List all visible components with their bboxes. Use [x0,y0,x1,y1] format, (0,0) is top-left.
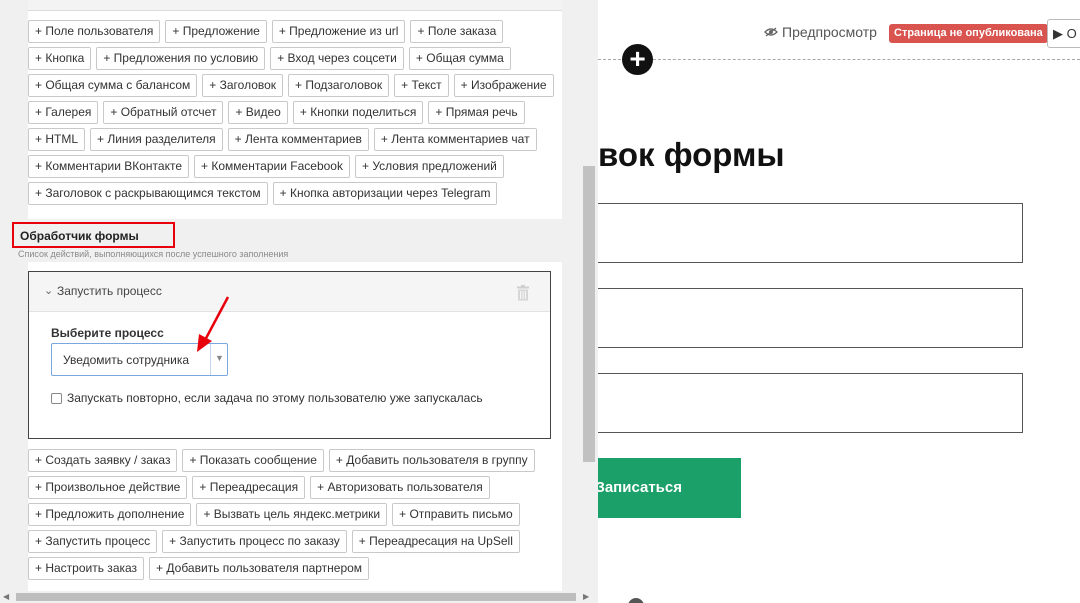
preview-link-label: Предпросмотр [782,24,877,40]
repeat-option: Запускать повторно, если задача по этому… [51,391,483,405]
form-input-2[interactable] [598,288,1023,348]
select-separator [210,344,211,375]
form-handler-title-highlight: Обработчик формы [12,222,175,248]
repeat-checkbox[interactable] [51,392,62,404]
add-item-button[interactable]: + Кнопка авторизации через Telegram [272,182,498,205]
block-divider [598,59,1080,60]
add-item-button[interactable]: + Текст [394,74,449,97]
add-item-button[interactable]: + Изображение [453,74,554,97]
action-title: Запустить процесс [57,284,162,298]
add-item-button[interactable]: + Общая сумма [408,47,511,70]
add-item-button[interactable]: + Линия разделителя [90,128,223,151]
page-editor: + Поле пользователя + Предложение + Предло… [0,0,1080,603]
add-item-button[interactable]: + Поле заказа [410,20,504,43]
page-preview: Предпросмотр Страница не опубликована ▶ … [598,0,1080,603]
form-handler-subtitle: Список действий, выполняющихся после усп… [18,249,289,259]
field-buttons: + Поле пользователя + Предложение + Предло… [28,20,562,205]
add-item-button[interactable]: + Авторизовать пользователя [310,476,490,499]
add-item-button[interactable]: + Отправить письмо [392,503,520,526]
add-item-button[interactable]: + Вход через соцсети [270,47,404,70]
add-item-button[interactable]: + Подзаголовок [288,74,390,97]
status-badge: Страница не опубликована [889,24,1048,43]
publish-button[interactable]: ▶ О [1047,19,1080,48]
card-top-strip [28,0,562,11]
add-item-button[interactable]: + Общая сумма с балансом [28,74,198,97]
choose-process-label: Выберите процесс [51,326,164,340]
add-item-button[interactable]: + Переадресация [192,476,306,499]
add-item-button[interactable]: + Предложение из url [271,20,406,43]
add-item-button[interactable]: + Предложения по условию [96,47,266,70]
form-input-1[interactable] [598,203,1023,263]
trash-icon[interactable] [516,285,530,301]
action-header[interactable]: ⌄ Запустить процесс [29,272,550,312]
add-item-button[interactable]: + Вызвать цель яндекс.метрики [196,503,388,526]
scroll-left-icon[interactable]: ◀ [3,592,9,601]
add-item-button[interactable]: + Кнопка [28,47,92,70]
add-item-button[interactable]: + Кнопки поделиться [292,101,424,124]
process-select[interactable]: Уведомить сотрудника ▼ [51,343,228,376]
add-item-button[interactable]: + Показать сообщение [182,449,324,472]
add-item-button[interactable]: + Условия предложений [354,155,504,178]
add-item-button[interactable]: + Настроить заказ [28,557,145,580]
add-item-button[interactable]: + Видео [228,101,288,124]
add-item-button[interactable]: + Добавить пользователя в группу [328,449,535,472]
add-item-button[interactable]: + Лента комментариев чат [373,128,537,151]
run-process-action: ⌄ Запустить процесс Выберите процесс Уве… [28,271,551,439]
chevron-down-icon[interactable]: ⌄ [44,284,53,297]
action-buttons: + Создать заявку / заказ + Показать сообщ… [28,449,562,580]
add-item-button[interactable]: + Запустить процесс по заказу [162,530,347,553]
scroll-right-icon[interactable]: ▶ [583,592,589,601]
repeat-label: Запускать повторно, если задача по этому… [67,391,483,405]
bottom-circle [628,598,644,603]
settings-panel: + Поле пользователя + Предложение + Предло… [0,0,598,603]
process-select-value: Уведомить сотрудника [63,353,190,367]
add-item-button[interactable]: + Комментарии ВКонтакте [28,155,190,178]
add-item-button[interactable]: + Лента комментариев [227,128,369,151]
submit-button[interactable]: Записаться [598,458,741,518]
dropdown-arrow-icon[interactable]: ▼ [215,353,224,363]
horizontal-scrollbar[interactable]: ◀ ▶ [0,591,598,603]
add-item-button[interactable]: + Поле пользователя [28,20,161,43]
add-item-button[interactable]: + Запустить процесс [28,530,158,553]
add-item-button[interactable]: + Заголовок с раскрывающимся текстом [28,182,268,205]
form-handler-title: Обработчик формы [20,229,139,243]
add-item-button[interactable]: + Комментарии Facebook [194,155,350,178]
field-palette-card: + Поле пользователя + Предложение + Предло… [28,0,562,219]
add-item-button[interactable]: + HTML [28,128,86,151]
horizontal-scroll-thumb[interactable] [16,593,576,601]
form-input-3[interactable] [598,373,1023,433]
add-item-button[interactable]: + Предложить дополнение [28,503,192,526]
add-item-button[interactable]: + Переадресация на UpSell [351,530,520,553]
preview-link[interactable]: Предпросмотр [764,24,877,40]
add-item-button[interactable]: + Прямая речь [428,101,525,124]
add-item-button[interactable]: + Добавить пользователя партнером [149,557,370,580]
add-item-button[interactable]: + Произвольное действие [28,476,188,499]
add-item-button[interactable]: + Создать заявку / заказ [28,449,178,472]
add-item-button[interactable]: + Обратный отсчет [103,101,224,124]
add-item-button[interactable]: + Галерея [28,101,99,124]
vertical-scroll-thumb[interactable] [583,166,595,462]
vertical-scrollbar[interactable] [579,0,598,603]
form-heading: вок формы [598,136,785,173]
add-block-button[interactable]: + [622,44,653,75]
eye-icon [764,27,778,37]
add-item-button[interactable]: + Предложение [165,20,267,43]
add-item-button[interactable]: + Заголовок [202,74,284,97]
